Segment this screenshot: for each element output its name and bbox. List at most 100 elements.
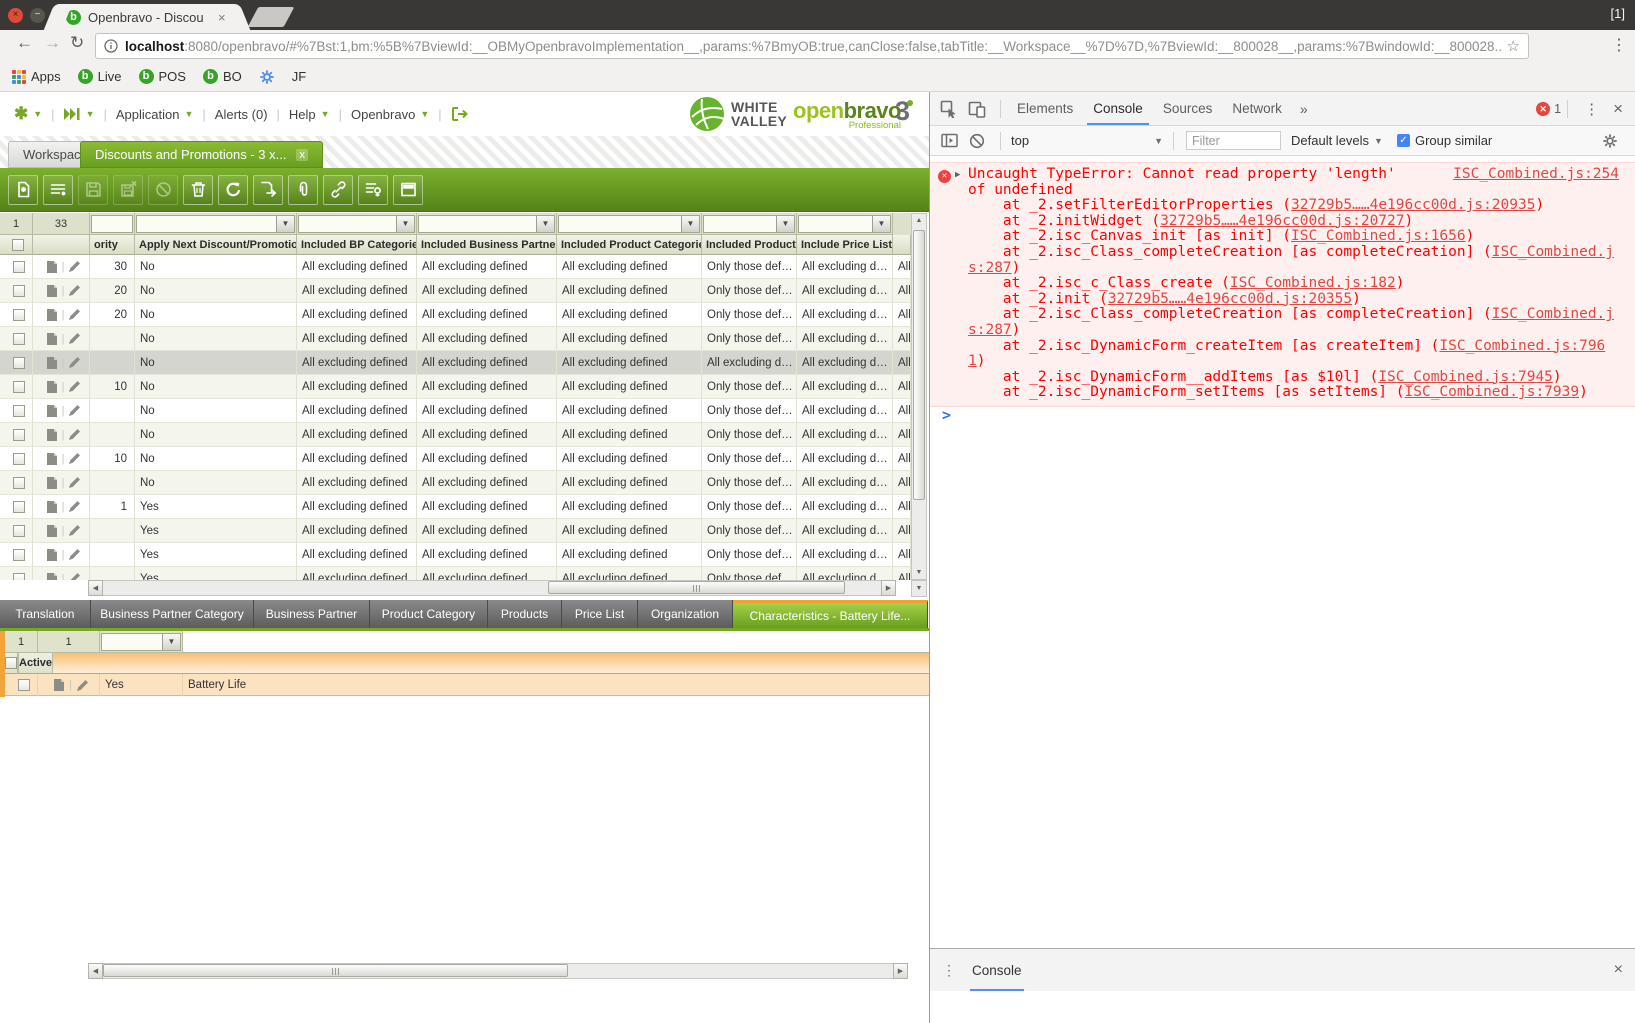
- table-row[interactable]: |NoAll excluding definedAll excluding de…: [0, 471, 911, 495]
- bookmark-settings[interactable]: [259, 69, 275, 85]
- edit-pencil-icon[interactable]: [68, 308, 81, 321]
- close-icon[interactable]: x: [296, 149, 308, 161]
- drawer-menu-icon[interactable]: ⋮: [942, 962, 956, 979]
- new-row-button[interactable]: [43, 175, 73, 205]
- filter-input-col5[interactable]: ▼: [418, 215, 555, 233]
- console-prompt-chevron[interactable]: >: [942, 406, 951, 424]
- quick-launch-menu[interactable]: ▼: [64, 108, 95, 120]
- reload-icon[interactable]: ↻: [70, 33, 84, 53]
- row-checkbox[interactable]: [13, 261, 25, 273]
- alerts-menu[interactable]: Alerts (0): [215, 107, 268, 122]
- edit-pencil-icon[interactable]: [68, 572, 81, 580]
- edit-pencil-icon[interactable]: [68, 476, 81, 489]
- child-tab-product-category[interactable]: Product Category: [370, 600, 488, 628]
- column-header[interactable]: Included Products: [702, 235, 797, 255]
- devtools-menu-icon[interactable]: ⋮: [1574, 100, 1609, 118]
- bookmark-star-icon[interactable]: ☆: [1507, 37, 1520, 55]
- filter-input-col6[interactable]: ▼: [558, 215, 700, 233]
- chevron-down-icon[interactable]: ▼: [681, 216, 699, 232]
- browser-menu-icon[interactable]: ⋮: [1611, 35, 1627, 55]
- child-tab-business-partner-category[interactable]: Business Partner Category: [91, 600, 254, 628]
- edit-pencil-icon[interactable]: [68, 380, 81, 393]
- table-row[interactable]: |YesAll excluding definedAll excluding d…: [0, 543, 911, 567]
- column-header[interactable]: ority: [90, 235, 135, 255]
- row-checkbox[interactable]: [13, 429, 25, 441]
- filter-input-col7[interactable]: ▼: [703, 215, 795, 233]
- browser-tab[interactable]: b Openbravo - Discou ×: [58, 4, 236, 30]
- row-checkbox[interactable]: [13, 333, 25, 345]
- edit-pencil-icon[interactable]: [68, 524, 81, 537]
- record-icon[interactable]: [46, 356, 58, 370]
- bookmark-bo[interactable]: bBO: [203, 69, 242, 84]
- chevron-down-icon[interactable]: ▼: [536, 216, 554, 232]
- grid-horizontal-scrollbar[interactable]: ◀ ▶: [88, 580, 911, 596]
- table-row[interactable]: |10NoAll excluding definedAll excluding …: [0, 375, 911, 399]
- row-checkbox[interactable]: [13, 381, 25, 393]
- group-similar-checkbox[interactable]: ✓: [1397, 134, 1410, 147]
- devtools-tab-network[interactable]: Network: [1222, 92, 1292, 125]
- console-error-entry[interactable]: ✕ ▶ Uncaught TypeError: Cannot read prop…: [930, 162, 1635, 407]
- bookmark-live[interactable]: bLive: [78, 69, 122, 84]
- logout-button[interactable]: [451, 106, 469, 122]
- record-icon[interactable]: [46, 284, 58, 298]
- table-row[interactable]: |YesAll excluding definedAll excluding d…: [0, 519, 911, 543]
- scrollbar-thumb[interactable]: [913, 230, 925, 500]
- scroll-left-icon[interactable]: ◀: [88, 963, 103, 979]
- edit-pencil-icon[interactable]: [68, 452, 81, 465]
- record-icon[interactable]: [46, 332, 58, 346]
- table-row[interactable]: |NoAll excluding definedAll excluding de…: [0, 351, 911, 375]
- record-icon[interactable]: [46, 548, 58, 562]
- scrollbar-thumb[interactable]: [103, 964, 568, 977]
- stack-frame-link[interactable]: ISC_Combined.js:1656: [1291, 228, 1466, 244]
- chevron-down-icon[interactable]: ▼: [276, 216, 294, 232]
- stack-frame-link[interactable]: 32729b5……4e196cc00d.js:20935: [1291, 197, 1535, 213]
- row-checkbox[interactable]: [13, 501, 25, 513]
- child-tab-price-list[interactable]: Price List: [562, 600, 638, 628]
- filter-input-col4[interactable]: ▼: [298, 215, 415, 233]
- stack-frame-link[interactable]: ISC_Combined.js:7939: [1405, 384, 1580, 400]
- record-icon[interactable]: [46, 428, 58, 442]
- workspace-star-menu[interactable]: ✱▼: [14, 104, 42, 124]
- edit-pencil-icon[interactable]: [76, 679, 89, 692]
- edit-pencil-icon[interactable]: [68, 260, 81, 273]
- row-checkbox[interactable]: [13, 285, 25, 297]
- filter-input-col8[interactable]: ▼: [798, 215, 891, 233]
- link-button[interactable]: [323, 175, 353, 205]
- chevron-down-icon[interactable]: ▼: [396, 216, 414, 232]
- info-icon[interactable]: [104, 39, 118, 53]
- error-source-link[interactable]: ISC_Combined.js:254: [1453, 167, 1619, 183]
- delete-button[interactable]: [183, 175, 213, 205]
- edit-pencil-icon[interactable]: [68, 284, 81, 297]
- edit-pencil-icon[interactable]: [68, 500, 81, 513]
- record-icon[interactable]: [46, 260, 58, 274]
- edit-pencil-icon[interactable]: [68, 356, 81, 369]
- bookmark-pos[interactable]: bPOS: [139, 69, 186, 84]
- row-checkbox[interactable]: [13, 525, 25, 537]
- inspect-element-icon[interactable]: [938, 98, 960, 120]
- stack-frame-link[interactable]: 32729b5……4e196cc00d.js:20727: [1160, 213, 1404, 229]
- devtools-tab-elements[interactable]: Elements: [1007, 92, 1083, 125]
- device-toolbar-icon[interactable]: [966, 98, 988, 120]
- url-bar[interactable]: localhost:8080/openbravo/#%7Bst:1,bm:%5B…: [95, 33, 1529, 59]
- log-levels-dropdown[interactable]: Default levels ▼: [1291, 133, 1383, 148]
- edit-pencil-icon[interactable]: [68, 404, 81, 417]
- scroll-right-icon[interactable]: ▶: [881, 580, 896, 596]
- stack-frame-link[interactable]: ISC_Combined.js:287: [968, 244, 1614, 276]
- edit-pencil-icon[interactable]: [68, 332, 81, 345]
- stack-frame-link[interactable]: ISC_Combined.js:7961: [968, 338, 1605, 370]
- child-tab-characteristics-battery-life[interactable]: Characteristics - Battery Life...: [733, 600, 928, 628]
- tab-close-icon[interactable]: ×: [218, 10, 226, 25]
- row-checkbox[interactable]: [13, 573, 25, 581]
- new-tab-button[interactable]: [248, 7, 295, 27]
- export-button[interactable]: [253, 175, 283, 205]
- clear-console-icon[interactable]: [966, 130, 988, 152]
- child-tab-business-partner[interactable]: Business Partner: [254, 600, 370, 628]
- devtools-tab-sources[interactable]: Sources: [1153, 92, 1223, 125]
- attachment-button[interactable]: [288, 175, 318, 205]
- row-checkbox[interactable]: [13, 453, 25, 465]
- table-row[interactable]: |10NoAll excluding definedAll excluding …: [0, 447, 911, 471]
- help-menu[interactable]: Help▼: [289, 107, 330, 122]
- audit-button[interactable]: [358, 175, 388, 205]
- filter-input-col2[interactable]: [91, 215, 133, 233]
- edit-pencil-icon[interactable]: [68, 428, 81, 441]
